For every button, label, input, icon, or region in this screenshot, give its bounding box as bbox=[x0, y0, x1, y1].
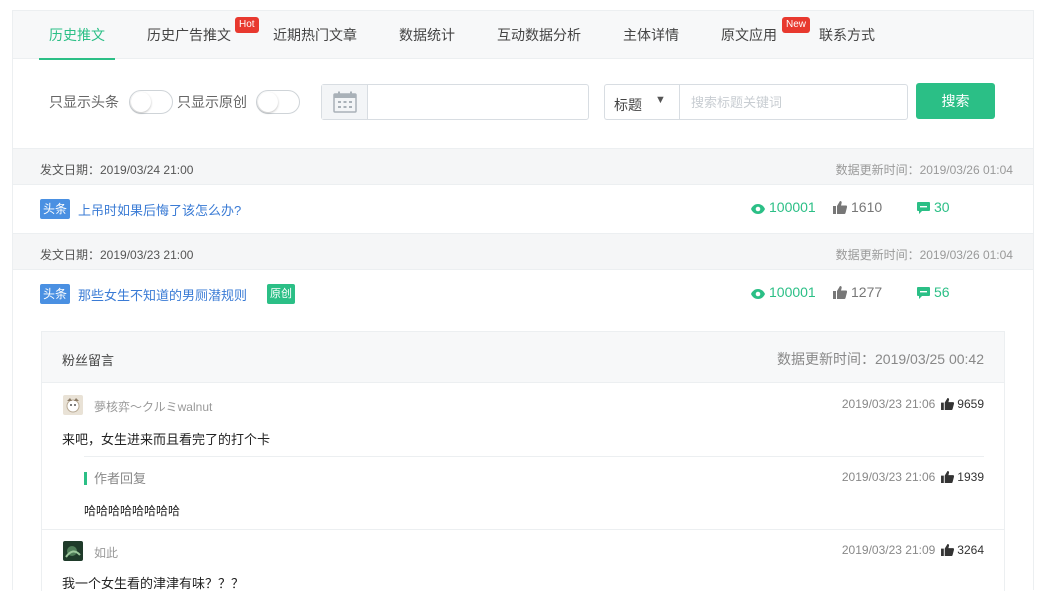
tab-bar: 历史推文 历史广告推文 Hot 近期热门文章 数据统计 互动数据分析 主体详情 … bbox=[13, 11, 1033, 60]
comment-icon bbox=[917, 202, 930, 214]
main-panel: 历史推文 历史广告推文 Hot 近期热门文章 数据统计 互动数据分析 主体详情 … bbox=[12, 10, 1034, 591]
article-title-link[interactable]: 那些女生不知道的男厕潜规则 bbox=[78, 285, 247, 304]
thumbs-up-icon bbox=[941, 471, 955, 483]
only-headline-label: 只显示头条 bbox=[49, 94, 119, 110]
new-badge: New bbox=[782, 17, 811, 33]
comment-meta: 2019/03/23 21:09 3264 bbox=[842, 543, 984, 557]
comment-count-value: 56 bbox=[934, 284, 950, 300]
thumbs-up-icon bbox=[941, 398, 955, 410]
article-title-link[interactable]: 上吊时如果后悔了该怎么办? bbox=[78, 200, 241, 219]
comment-like-count: 3264 bbox=[957, 543, 984, 557]
comment-meta: 2019/03/23 21:06 9659 bbox=[842, 397, 984, 411]
comment-divider bbox=[42, 529, 1004, 530]
thumbs-up-icon bbox=[833, 201, 848, 214]
tab-history-ad-posts[interactable]: 历史广告推文 bbox=[147, 11, 231, 59]
eye-icon bbox=[751, 289, 765, 299]
only-headline-toggle[interactable] bbox=[129, 90, 173, 114]
toggle-knob bbox=[131, 92, 151, 112]
date-range-picker[interactable] bbox=[321, 84, 589, 120]
comment-time: 2019/03/23 21:09 bbox=[841, 543, 936, 557]
tab-statistics[interactable]: 数据统计 bbox=[399, 11, 455, 59]
article-date-bar: 发文日期：2019/03/23 21:00 数据更新时间：2019/03/26 … bbox=[13, 233, 1033, 270]
comment-like-count: 9659 bbox=[957, 397, 984, 411]
read-count-value: 100001 bbox=[769, 284, 816, 300]
thumbs-up-icon bbox=[941, 544, 955, 556]
read-count: 100001 bbox=[751, 199, 816, 215]
like-count-value: 1277 bbox=[851, 284, 883, 300]
avatar bbox=[63, 541, 83, 561]
calendar-icon[interactable] bbox=[322, 85, 368, 119]
hot-badge: Hot bbox=[235, 17, 259, 33]
like-count-value: 1610 bbox=[851, 199, 883, 215]
headline-tag: 头条 bbox=[40, 199, 71, 219]
tab-original-app[interactable]: 原文应用 bbox=[721, 11, 777, 59]
tab-interaction-analysis[interactable]: 互动数据分析 bbox=[497, 11, 581, 59]
article-row: 头条 上吊时如果后悔了该怎么办? 100001 1610 30 bbox=[13, 185, 1033, 233]
tab-contact[interactable]: 联系方式 bbox=[819, 11, 875, 59]
comment-text: 来吧，女生进来而且看完了的打个卡 bbox=[62, 432, 271, 447]
author-reply-label: 作者回复 bbox=[84, 472, 146, 485]
search-field-select[interactable]: 标题 ▼ bbox=[604, 84, 680, 120]
publish-date: 发文日期：2019/03/24 21:00 bbox=[40, 163, 194, 177]
data-update-time: 数据更新时间：2019/03/26 01:04 bbox=[835, 163, 1013, 177]
toggle-knob bbox=[258, 92, 278, 112]
comment-count: 56 bbox=[917, 284, 950, 300]
avatar bbox=[63, 395, 83, 415]
tab-recent-hot[interactable]: 近期热门文章 bbox=[273, 11, 357, 59]
comment-text: 我一个女生看的津津有味？？？ bbox=[62, 576, 245, 591]
comment-username: 如此 bbox=[94, 546, 119, 560]
comment-count: 30 bbox=[917, 199, 950, 215]
only-original-label: 只显示原创 bbox=[177, 94, 247, 110]
tab-entity-details[interactable]: 主体详情 bbox=[623, 11, 679, 59]
thumbs-up-icon bbox=[833, 286, 848, 299]
publish-date: 发文日期：2019/03/23 21:00 bbox=[40, 248, 194, 262]
comments-header: 粉丝留言 数据更新时间：2019/03/25 00:42 bbox=[42, 332, 1004, 383]
comments-title: 粉丝留言 bbox=[62, 353, 115, 368]
comment-time: 2019/03/23 21:06 bbox=[841, 397, 936, 411]
like-count: 1277 bbox=[833, 284, 882, 300]
search-button[interactable]: 搜索 bbox=[916, 83, 995, 119]
reply-divider bbox=[84, 456, 984, 457]
like-count: 1610 bbox=[833, 199, 882, 215]
only-original-toggle[interactable] bbox=[256, 90, 300, 114]
tab-history-posts[interactable]: 历史推文 bbox=[39, 11, 115, 60]
article-row: 头条 那些女生不知道的男厕潜规则 原创 100001 1277 56 bbox=[13, 270, 1033, 318]
comment-username: 夢核弈～クルミwalnut bbox=[94, 400, 213, 414]
reply-text: 哈哈哈哈哈哈哈哈 bbox=[84, 504, 181, 518]
comments-update-time: 数据更新时间：2019/03/25 00:42 bbox=[777, 351, 984, 367]
search-field-value: 标题 bbox=[614, 97, 642, 113]
read-count: 100001 bbox=[751, 284, 816, 300]
search-input[interactable] bbox=[679, 84, 908, 120]
comment-count-value: 30 bbox=[934, 199, 950, 215]
caret-down-icon: ▼ bbox=[655, 94, 666, 106]
original-tag: 原创 bbox=[267, 284, 295, 304]
data-update-time: 数据更新时间：2019/03/26 01:04 bbox=[835, 248, 1013, 262]
reply-time: 2019/03/23 21:06 bbox=[841, 470, 936, 484]
eye-icon bbox=[751, 204, 765, 214]
read-count-value: 100001 bbox=[769, 199, 816, 215]
reply-meta: 2019/03/23 21:06 1939 bbox=[842, 470, 984, 484]
fan-comments-panel: 粉丝留言 数据更新时间：2019/03/25 00:42 夢核弈～クルミwaln… bbox=[41, 331, 1005, 591]
article-date-bar: 发文日期：2019/03/24 21:00 数据更新时间：2019/03/26 … bbox=[13, 148, 1033, 185]
headline-tag: 头条 bbox=[40, 284, 71, 304]
comment-icon bbox=[917, 287, 930, 299]
reply-like-count: 1939 bbox=[957, 470, 984, 484]
